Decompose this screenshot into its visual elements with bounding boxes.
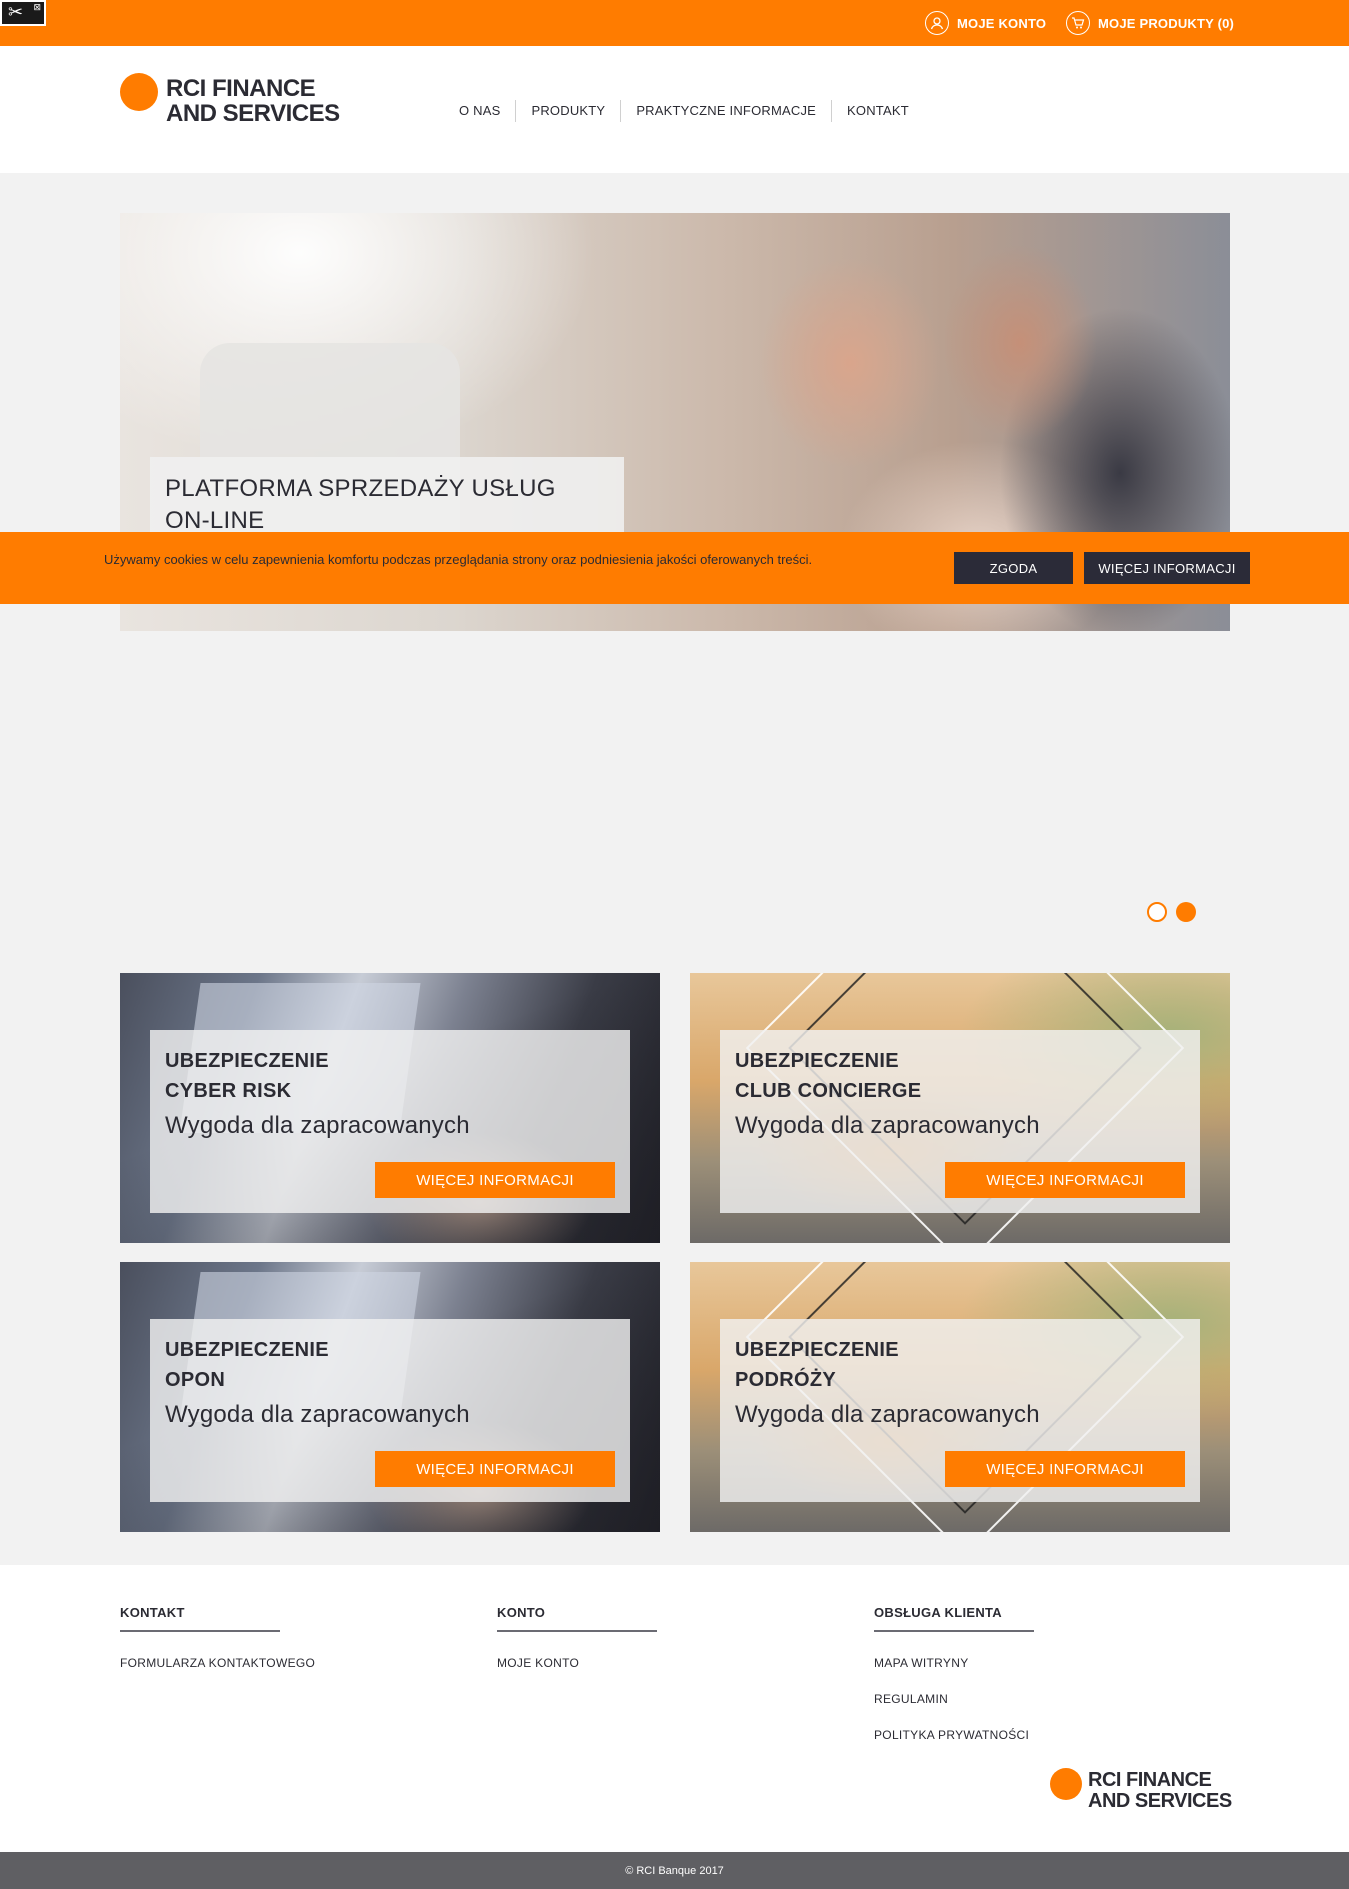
tile-title-line1: UBEZPIECZENIE	[165, 1050, 329, 1072]
tile-title: UBEZPIECZENIE OPON	[165, 1335, 615, 1395]
tile-title-line1: UBEZPIECZENIE	[735, 1050, 899, 1072]
logo-line2: AND SERVICES	[166, 100, 340, 128]
my-account-link[interactable]: MOJE KONTO	[925, 11, 1046, 35]
tile-title-line2: CYBER RISK	[165, 1080, 292, 1102]
footer-heading: OBSŁUGA KLIENTA	[874, 1605, 1034, 1632]
product-tile-opon[interactable]: UBEZPIECZENIE OPON Wygoda dla zapracowan…	[120, 1262, 660, 1532]
footer-link-privacy[interactable]: POLITYKA PRYWATNOŚCI	[874, 1728, 1034, 1742]
top-bar: ✂ ⊠ MOJE KONTO MOJE PRODUKTY (0)	[0, 0, 1349, 46]
tile-title: UBEZPIECZENIE CYBER RISK	[165, 1046, 615, 1106]
tile-title-line2: CLUB CONCIERGE	[735, 1080, 922, 1102]
footer-link-terms[interactable]: REGULAMIN	[874, 1692, 1034, 1706]
nav-item-kontakt[interactable]: KONTAKT	[831, 100, 924, 122]
footer-heading: KONTO	[497, 1605, 657, 1632]
my-account-label: MOJE KONTO	[957, 15, 1047, 31]
slider-dot-2[interactable]	[1176, 902, 1196, 922]
cart-icon	[1066, 11, 1090, 35]
tile-title-line2: PODRÓŻY	[735, 1369, 836, 1391]
footer-heading: KONTAKT	[120, 1605, 280, 1632]
product-tile-podrozy[interactable]: UBEZPIECZENIE PODRÓŻY Wygoda dla zapraco…	[690, 1262, 1230, 1532]
product-tile-club-concierge[interactable]: UBEZPIECZENIE CLUB CONCIERGE Wygoda dla …	[690, 973, 1230, 1243]
logo-circle	[120, 73, 158, 112]
logo-circle	[1050, 1768, 1082, 1800]
product-tile-cyber-risk[interactable]: UBEZPIECZENIE CYBER RISK Wygoda dla zapr…	[120, 973, 660, 1243]
footer-link-sitemap[interactable]: MAPA WITRYNY	[874, 1656, 1034, 1670]
footer-col-konto: KONTO MOJE KONTO	[497, 1605, 657, 1670]
logo-line1: RCI FINANCE	[166, 75, 316, 102]
footer-col-customer-service: OBSŁUGA KLIENTA MAPA WITRYNY REGULAMIN P…	[874, 1605, 1034, 1742]
tile-more-info-button[interactable]: WIĘCEJ INFORMACJI	[375, 1162, 615, 1198]
cookie-banner: Używamy cookies w celu zapewnienia komfo…	[0, 532, 1349, 604]
my-products-label: MOJE PRODUKTY (0)	[1098, 15, 1235, 31]
copyright: © RCI Banque 2017	[0, 1852, 1349, 1889]
footer-link-contact-form[interactable]: FORMULARZA KONTAKTOWEGO	[120, 1656, 315, 1670]
tools-icon[interactable]: ✂ ⊠	[0, 0, 46, 26]
tile-more-info-button[interactable]: WIĘCEJ INFORMACJI	[945, 1162, 1185, 1198]
tile-title-line1: UBEZPIECZENIE	[735, 1339, 899, 1361]
hero-caption: PLATFORMA SPRZEDAŻY USŁUG ON-LINE	[150, 457, 624, 537]
tile-subtitle: Wygoda dla zapracowanych	[735, 1112, 1040, 1139]
nav-item-praktyczne-informacje[interactable]: PRAKTYCZNE INFORMACJE	[620, 100, 831, 122]
tile-title-line2: OPON	[165, 1369, 226, 1391]
site-footer: KONTAKT FORMULARZA KONTAKTOWEGO KONTO MO…	[0, 1565, 1349, 1852]
tile-card: UBEZPIECZENIE OPON Wygoda dla zapracowan…	[150, 1319, 630, 1502]
site-header: RCI FINANCE AND SERVICES O NAS PRODUKTY …	[0, 46, 1349, 173]
nav-item-o-nas[interactable]: O NAS	[444, 100, 515, 122]
tile-subtitle: Wygoda dla zapracowanych	[735, 1401, 1040, 1428]
tile-more-info-button[interactable]: WIĘCEJ INFORMACJI	[375, 1451, 615, 1487]
main-nav: O NAS PRODUKTY PRAKTYCZNE INFORMACJE KON…	[444, 100, 924, 122]
tile-title: UBEZPIECZENIE CLUB CONCIERGE	[735, 1046, 1185, 1106]
tile-title: UBEZPIECZENIE PODRÓŻY	[735, 1335, 1185, 1395]
tile-card: UBEZPIECZENIE PODRÓŻY Wygoda dla zapraco…	[720, 1319, 1200, 1502]
tile-subtitle: Wygoda dla zapracowanych	[165, 1112, 470, 1139]
user-icon	[925, 11, 949, 35]
my-products-link[interactable]: MOJE PRODUKTY (0)	[1066, 11, 1234, 35]
slider-dot-1[interactable]	[1147, 902, 1167, 922]
logo-line1: RCI FINANCE	[1088, 1769, 1212, 1791]
logo-line2: AND SERVICES	[1088, 1790, 1232, 1812]
footer-brand-logo[interactable]: RCI FINANCE AND SERVICES	[1050, 1768, 1232, 1812]
tile-card: UBEZPIECZENIE CLUB CONCIERGE Wygoda dla …	[720, 1030, 1200, 1213]
tile-more-info-button[interactable]: WIĘCEJ INFORMACJI	[945, 1451, 1185, 1487]
nav-item-produkty[interactable]: PRODUKTY	[515, 100, 620, 122]
footer-col-kontakt: KONTAKT FORMULARZA KONTAKTOWEGO	[120, 1605, 315, 1670]
cookie-agree-button[interactable]: ZGODA	[954, 552, 1073, 584]
tile-subtitle: Wygoda dla zapracowanych	[165, 1401, 470, 1428]
brand-logo[interactable]: RCI FINANCE AND SERVICES	[120, 73, 340, 128]
footer-link-my-account[interactable]: MOJE KONTO	[497, 1656, 657, 1670]
cookie-more-info-button[interactable]: WIĘCEJ INFORMACJI	[1084, 552, 1250, 584]
tile-card: UBEZPIECZENIE CYBER RISK Wygoda dla zapr…	[150, 1030, 630, 1213]
hero-caption-line1: PLATFORMA SPRZEDAŻY USŁUG	[165, 475, 556, 502]
cookie-text: Używamy cookies w celu zapewnienia komfo…	[104, 552, 813, 567]
tile-title-line1: UBEZPIECZENIE	[165, 1339, 329, 1361]
